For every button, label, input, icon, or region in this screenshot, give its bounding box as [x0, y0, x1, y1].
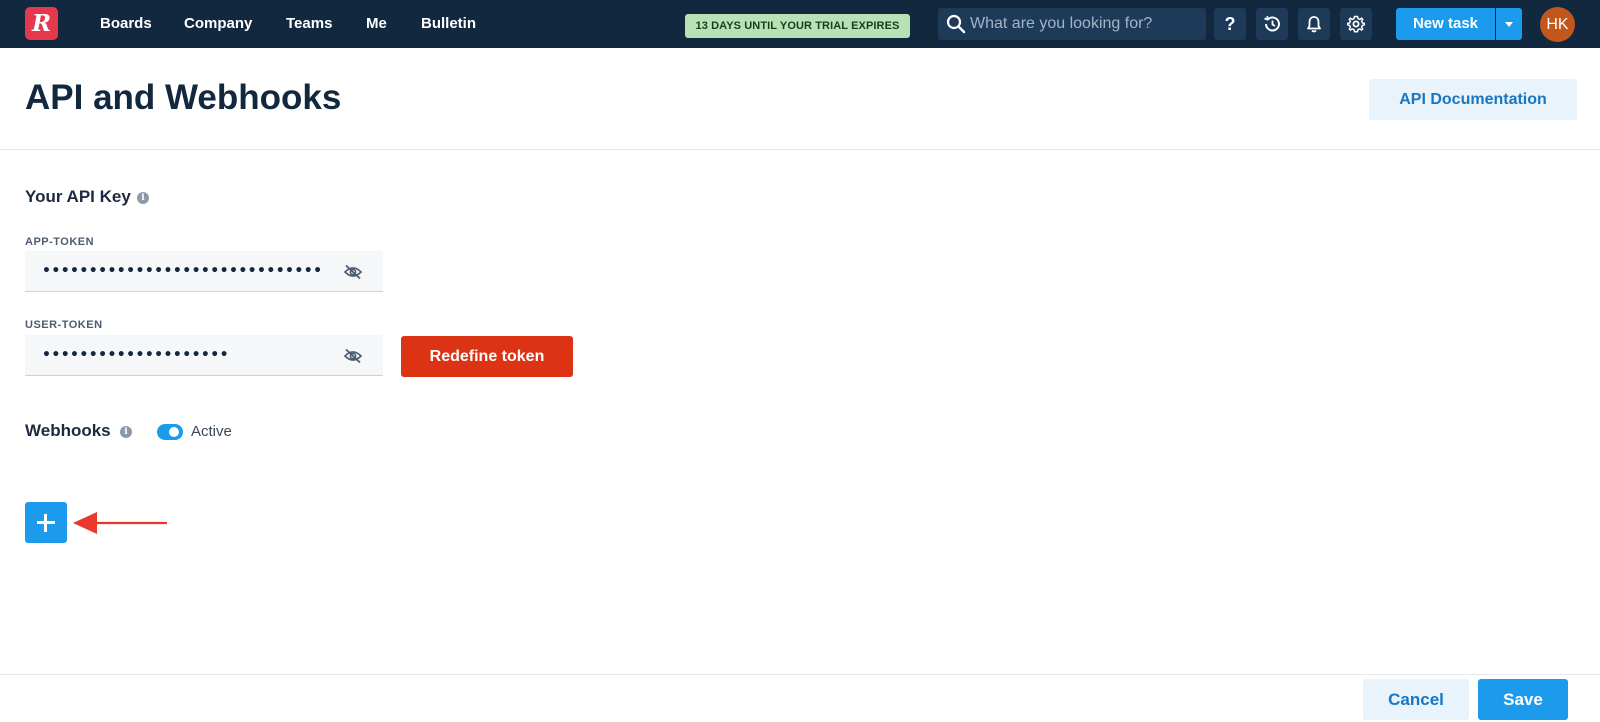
eye-off-icon[interactable]	[343, 346, 363, 366]
app-token-label: APP-TOKEN	[25, 236, 95, 248]
add-webhook-button[interactable]	[25, 502, 67, 543]
header-divider	[0, 149, 1600, 150]
api-key-section-title: Your API Key	[25, 187, 131, 206]
toggle-knob	[169, 427, 179, 437]
app-logo[interactable]: R	[25, 7, 58, 40]
page-title: API and Webhooks	[25, 78, 342, 117]
cancel-button[interactable]: Cancel	[1363, 679, 1469, 720]
user-token-field[interactable]: ••••••••••••••••••••	[25, 335, 383, 376]
nav-item-bulletin[interactable]: Bulletin	[421, 14, 476, 34]
history-button[interactable]	[1256, 8, 1288, 40]
eye-off-icon[interactable]	[343, 262, 363, 282]
app-token-value: ••••••••••••••••••••••••••••••	[42, 263, 323, 279]
webhooks-section-title: Webhooks	[25, 421, 111, 440]
help-button[interactable]: ?	[1214, 8, 1246, 40]
bell-icon	[1307, 16, 1321, 33]
api-key-info-icon[interactable]: i	[137, 192, 149, 204]
api-documentation-button[interactable]: API Documentation	[1369, 79, 1577, 120]
new-task-button[interactable]: New task	[1396, 8, 1495, 40]
user-token-label: USER-TOKEN	[25, 319, 103, 331]
redefine-token-button[interactable]: Redefine token	[401, 336, 573, 377]
new-task-dropdown-button[interactable]	[1496, 8, 1522, 40]
settings-button[interactable]	[1340, 8, 1372, 40]
webhooks-info-icon[interactable]: i	[120, 426, 132, 438]
save-button[interactable]: Save	[1478, 679, 1568, 720]
help-icon: ?	[1224, 14, 1236, 34]
history-icon	[1264, 16, 1280, 32]
search-input[interactable]	[970, 8, 1200, 40]
search-box[interactable]	[938, 8, 1206, 40]
webhooks-active-toggle[interactable]	[157, 424, 183, 440]
nav-item-teams[interactable]: Teams	[286, 14, 332, 34]
user-token-value: ••••••••••••••••••••	[42, 347, 229, 363]
nav-item-company[interactable]: Company	[184, 14, 252, 34]
annotation-arrow-icon	[73, 512, 167, 534]
notifications-button[interactable]	[1298, 8, 1330, 40]
footer-divider	[0, 674, 1600, 675]
search-icon	[946, 14, 966, 34]
top-navigation-bar: R Boards Company Teams Me Bulletin 13 DA…	[0, 0, 1600, 48]
webhooks-active-label: Active	[191, 423, 232, 440]
nav-item-me[interactable]: Me	[366, 14, 387, 34]
user-avatar[interactable]: HK	[1540, 7, 1575, 42]
nav-item-boards[interactable]: Boards	[100, 14, 152, 34]
gear-icon	[1346, 15, 1366, 33]
chevron-down-icon	[1505, 22, 1513, 27]
app-token-field[interactable]: ••••••••••••••••••••••••••••••	[25, 251, 383, 292]
trial-expiry-badge: 13 DAYS UNTIL YOUR TRIAL EXPIRES	[685, 14, 910, 38]
